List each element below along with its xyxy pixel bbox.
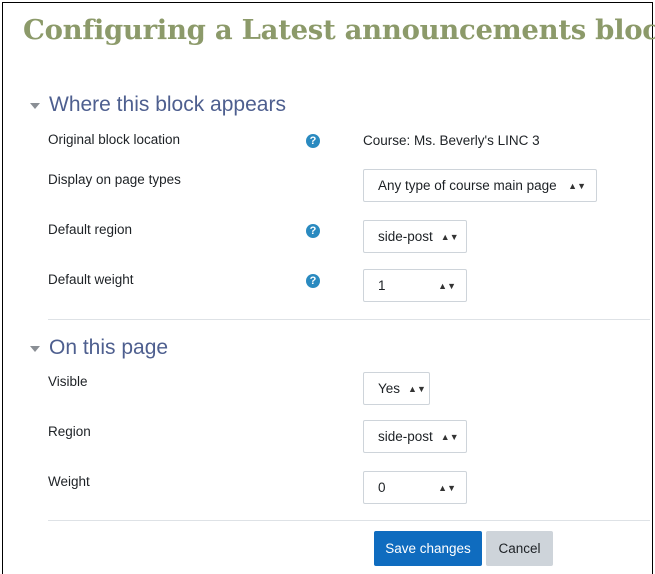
page-title: Configuring a Latest announcements block <box>23 14 655 46</box>
default-weight-label: Default weight <box>48 272 134 287</box>
section-where-header[interactable]: Where this block appears <box>30 92 286 118</box>
help-icon[interactable]: ? <box>306 134 320 148</box>
original-location-label: Original block location <box>48 132 181 147</box>
weight-label: Weight <box>48 474 90 489</box>
caret-down-icon[interactable] <box>30 102 40 109</box>
default-region-label: Default region <box>48 222 133 237</box>
visible-label: Visible <box>48 374 88 389</box>
page-types-select[interactable]: Any type of course main page ▲︎▼︎ <box>363 169 597 202</box>
section-where-title[interactable]: Where this block appears <box>49 93 286 117</box>
region-select[interactable]: side-post ▲︎▼︎ <box>363 420 467 453</box>
up-down-arrow-icon: ▲︎▼︎ <box>438 280 456 291</box>
up-down-arrow-icon: ▲︎▼︎ <box>440 231 459 242</box>
up-down-arrow-icon: ▲︎▼︎ <box>568 180 586 191</box>
default-weight-select[interactable]: 1 ▲︎▼︎ <box>363 269 467 302</box>
visible-value: Yes <box>378 381 401 396</box>
weight-select[interactable]: 0 ▲︎▼︎ <box>363 471 467 504</box>
cancel-button[interactable]: Cancel <box>486 531 553 566</box>
default-region-value: side-post <box>378 229 433 244</box>
page-types-label: Display on page types <box>48 172 181 187</box>
caret-down-icon[interactable] <box>30 345 40 352</box>
weight-value: 0 <box>378 480 386 495</box>
visible-select[interactable]: Yes ▲︎▼︎ <box>363 372 430 405</box>
default-weight-value: 1 <box>378 278 386 293</box>
up-down-arrow-icon: ▲︎▼︎ <box>408 383 426 394</box>
section-divider <box>48 319 650 320</box>
original-location-value: Course: Ms. Beverly's LINC 3 <box>363 133 540 148</box>
page-frame <box>2 2 653 574</box>
page-types-value: Any type of course main page <box>378 178 557 193</box>
up-down-arrow-icon: ▲︎▼︎ <box>440 431 459 442</box>
default-region-select[interactable]: side-post ▲︎▼︎ <box>363 220 467 253</box>
section-on-this-page-header[interactable]: On this page <box>30 335 168 361</box>
section-on-this-page-title[interactable]: On this page <box>49 336 168 360</box>
region-label: Region <box>48 424 91 439</box>
help-icon[interactable]: ? <box>306 274 320 288</box>
form-divider <box>48 520 650 521</box>
region-value: side-post <box>378 429 433 444</box>
up-down-arrow-icon: ▲︎▼︎ <box>438 482 456 493</box>
help-icon[interactable]: ? <box>306 224 320 238</box>
save-changes-button[interactable]: Save changes <box>374 531 482 566</box>
